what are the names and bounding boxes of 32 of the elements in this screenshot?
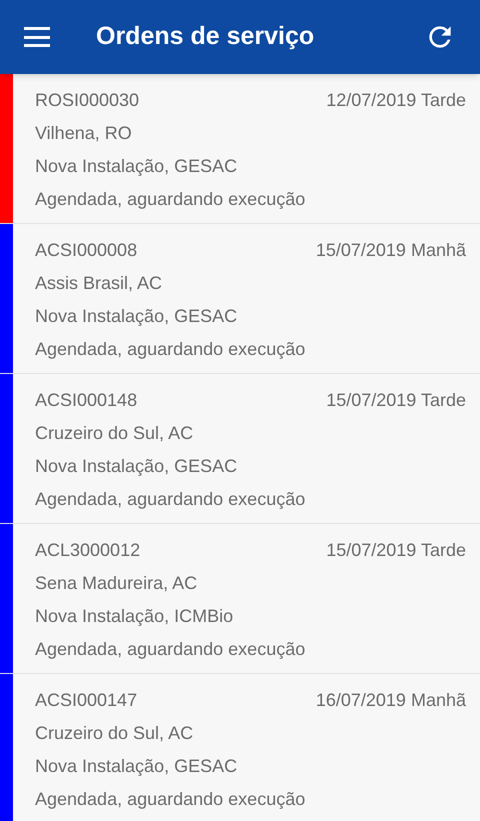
order-card[interactable]: ACSI000148 15/07/2019 Tarde Cruzeiro do Sul, AC Nova Instalação, GESAC Agendada, aguardando execução (0, 374, 480, 524)
order-code: ACSI000147 (35, 689, 138, 712)
order-service: Nova Instalação, GESAC (35, 755, 238, 778)
order-date: 15/07/2019 Manhã (316, 239, 466, 262)
order-code: ACSI000148 (35, 389, 138, 412)
order-status: Agendada, aguardando execução (35, 488, 306, 511)
order-card[interactable]: ACL3000012 15/07/2019 Tarde Sena Madureira, AC Nova Instalação, ICMBio Agendada, aguardando execução (0, 524, 480, 674)
order-card[interactable]: ACSI000008 15/07/2019 Manhã Assis Brasil, AC Nova Instalação, GESAC Agendada, aguardando execução (0, 224, 480, 374)
order-date: 16/07/2019 Manhã (316, 689, 466, 712)
order-status: Agendada, aguardando execução (35, 638, 306, 661)
order-city: Sena Madureira, AC (35, 572, 198, 595)
order-code: ROSI000030 (35, 89, 140, 112)
order-city: Cruzeiro do Sul, AC (35, 722, 194, 745)
order-city: Vilhena, RO (35, 122, 132, 145)
order-service: Nova Instalação, GESAC (35, 155, 238, 178)
order-date: 12/07/2019 Tarde (326, 89, 466, 112)
order-status: Agendada, aguardando execução (35, 788, 306, 811)
order-city: Cruzeiro do Sul, AC (35, 422, 194, 445)
app-title: Ordens de serviço (96, 21, 316, 52)
order-date: 15/07/2019 Tarde (326, 539, 466, 562)
menu-icon[interactable] (24, 27, 50, 47)
order-date: 15/07/2019 Tarde (326, 389, 466, 412)
order-code: ACSI000008 (35, 239, 138, 262)
order-service: Nova Instalação, GESAC (35, 305, 238, 328)
order-card[interactable]: ROSI000030 12/07/2019 Tarde Vilhena, RO Nova Instalação, GESAC Agendada, aguardando execução (0, 74, 480, 224)
order-status: Agendada, aguardando execução (35, 338, 306, 361)
order-service: Nova Instalação, ICMBio (35, 605, 234, 628)
order-city: Assis Brasil, AC (35, 272, 162, 295)
order-code: ACL3000012 (35, 539, 140, 562)
order-card[interactable]: ACSI000147 16/07/2019 Manhã Cruzeiro do Sul, AC Nova Instalação, GESAC Agendada, aguardando execução (0, 674, 480, 821)
order-service: Nova Instalação, GESAC (35, 455, 238, 478)
order-status: Agendada, aguardando execução (35, 188, 306, 211)
